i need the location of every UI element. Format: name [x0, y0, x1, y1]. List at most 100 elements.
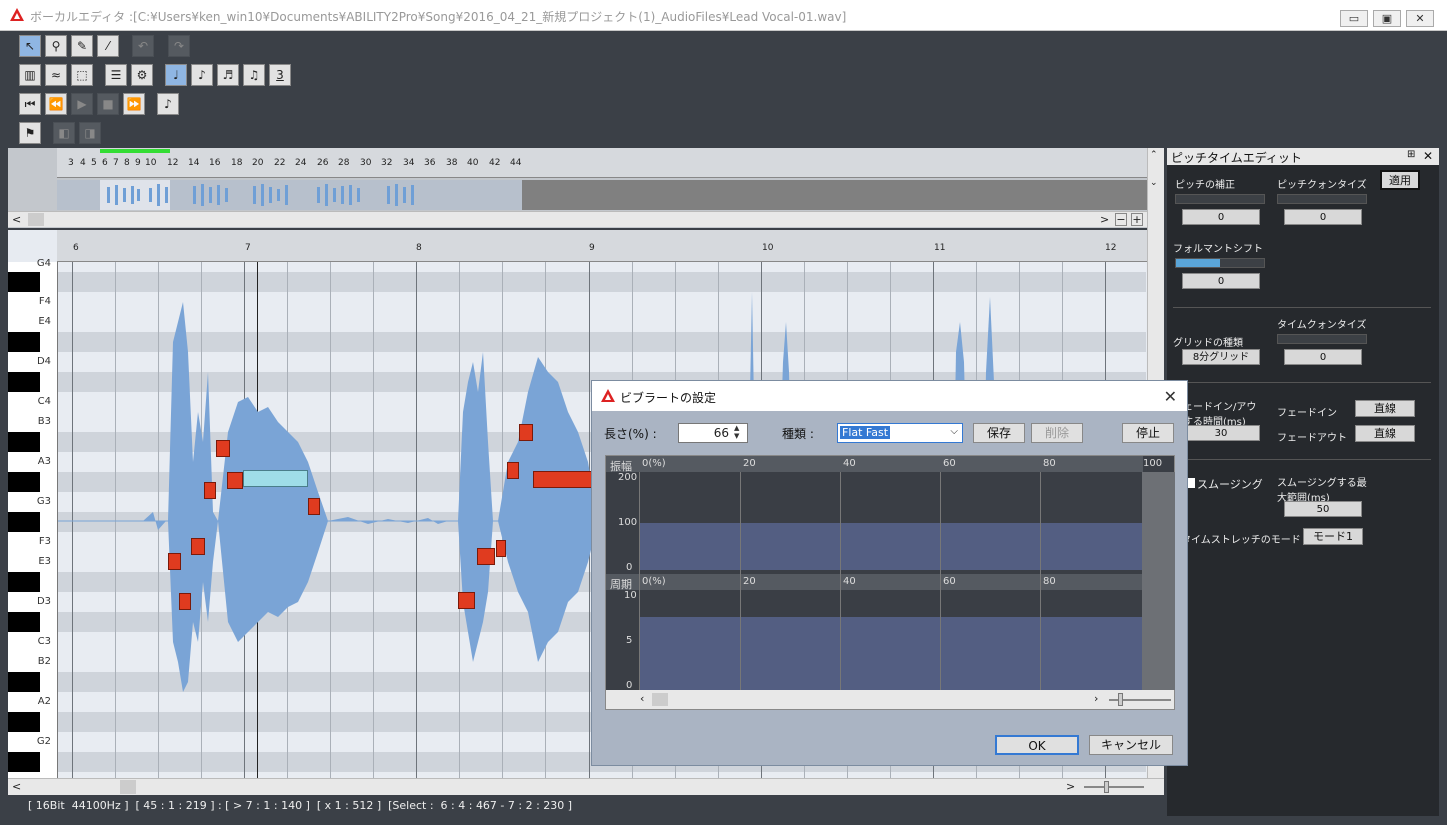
pitch-correct-value[interactable]: 0: [1182, 209, 1260, 225]
overview-scrollbar[interactable]: < > − +: [8, 211, 1164, 227]
loop-range-bar[interactable]: [100, 149, 170, 153]
pitch-note[interactable]: [496, 540, 506, 557]
pitch-note[interactable]: [519, 424, 533, 441]
pitch-note[interactable]: [477, 548, 495, 565]
zoom-in-button[interactable]: +: [1131, 213, 1143, 226]
black-key[interactable]: [8, 432, 40, 452]
ok-button[interactable]: OK: [995, 735, 1079, 755]
mixer-icon[interactable]: ⚙: [131, 64, 153, 86]
grid-type-value[interactable]: 8分グリッド: [1182, 349, 1260, 365]
pitch-note[interactable]: [227, 472, 243, 489]
pitch-note[interactable]: [179, 593, 191, 610]
align-icon[interactable]: ☰: [105, 64, 127, 86]
stop-icon[interactable]: ■: [97, 93, 119, 115]
pitch-note[interactable]: [216, 440, 230, 457]
black-key[interactable]: [8, 372, 40, 392]
pitch-note[interactable]: [458, 592, 475, 609]
pitch-note[interactable]: [533, 471, 593, 488]
editor-scrollbar[interactable]: < >: [8, 778, 1164, 795]
rewind-icon[interactable]: ⏪: [45, 93, 67, 115]
zoom-out-button[interactable]: −: [1115, 213, 1127, 226]
smooth-max-value[interactable]: 50: [1284, 501, 1362, 517]
time-quantize-value[interactable]: 0: [1284, 349, 1362, 365]
black-key[interactable]: [8, 572, 40, 592]
apply-button[interactable]: 適用: [1380, 170, 1420, 190]
fade-in-dropdown[interactable]: 直線: [1355, 400, 1415, 417]
black-key[interactable]: [8, 752, 40, 772]
maximize-button[interactable]: ▣: [1373, 10, 1401, 27]
marker-icon[interactable]: ⚑: [19, 122, 41, 144]
pitch-correct-slider[interactable]: [1175, 194, 1265, 204]
triplet-button[interactable]: 3: [269, 64, 291, 86]
smoothing-checkbox[interactable]: [1187, 478, 1195, 488]
type-select[interactable]: Flat Fast ⌵: [837, 423, 963, 443]
pitch-quantize-value[interactable]: 0: [1284, 209, 1362, 225]
zoom-slider-thumb[interactable]: [1104, 781, 1109, 793]
dialog-close-icon[interactable]: ✕: [1164, 387, 1177, 406]
vibrato-graph[interactable]: 振幅 0(%) 20 40 60 80 100 200 100 0 周期 0(%…: [605, 455, 1175, 710]
zoom-slider[interactable]: [1084, 786, 1144, 788]
graph-scrollbar[interactable]: ‹ ›: [606, 690, 1174, 709]
sixteenth-note-icon[interactable]: ♬: [217, 64, 239, 86]
pitch-note[interactable]: [191, 538, 205, 555]
wave-view-icon[interactable]: ≈: [45, 64, 67, 86]
time-quantize-slider[interactable]: [1277, 334, 1367, 344]
pin-icon[interactable]: ⊞: [1407, 149, 1415, 160]
close-button[interactable]: ✕: [1406, 10, 1434, 27]
black-key[interactable]: [8, 672, 40, 692]
marker-prev-icon[interactable]: ◧: [53, 122, 75, 144]
scroll-right-icon[interactable]: ›: [1094, 692, 1098, 705]
graph-zoom-thumb[interactable]: [1118, 693, 1123, 706]
marker-next-icon[interactable]: ◨: [79, 122, 101, 144]
eraser-tool-icon[interactable]: ⁄: [97, 35, 119, 57]
eighth-note-icon[interactable]: ♪: [191, 64, 213, 86]
piano-keyboard[interactable]: G4 F4 E4 D4 C4 B3 A3 G3 F3 E3 D3 C3 B2 A…: [8, 258, 58, 778]
fade-out-dropdown[interactable]: 直線: [1355, 425, 1415, 442]
select-view-icon[interactable]: ⬚: [71, 64, 93, 86]
scroll-down-icon[interactable]: ⌄: [1150, 178, 1158, 188]
black-key[interactable]: [8, 472, 40, 492]
thirtysecond-note-icon[interactable]: ♫: [243, 64, 265, 86]
delete-button[interactable]: 削除: [1031, 423, 1083, 443]
bars-view-icon[interactable]: ▥: [19, 64, 41, 86]
black-key[interactable]: [8, 612, 40, 632]
pitch-note-selected[interactable]: [243, 470, 308, 487]
scroll-right-icon[interactable]: >: [1066, 780, 1075, 793]
bar-ruler[interactable]: 6 7 8 9 10 11 12: [57, 230, 1147, 262]
formant-value[interactable]: 0: [1182, 273, 1260, 289]
panel-close-icon[interactable]: ✕: [1423, 149, 1433, 163]
redo-button[interactable]: ↷: [168, 35, 190, 57]
black-key[interactable]: [8, 272, 40, 292]
zoom-tool-icon[interactable]: ⚲: [45, 35, 67, 57]
fast-forward-icon[interactable]: ⏩: [123, 93, 145, 115]
pitch-note[interactable]: [168, 553, 181, 570]
overview-ruler[interactable]: 3 4 5 6 7 8 9 10 12 14 16 18 20 22 24 26…: [57, 148, 1147, 178]
pitch-note[interactable]: [507, 462, 519, 479]
play-icon[interactable]: ▶: [71, 93, 93, 115]
black-key[interactable]: [8, 712, 40, 732]
fade-time-value[interactable]: 30: [1182, 425, 1260, 441]
scroll-thumb[interactable]: [652, 693, 668, 706]
go-start-icon[interactable]: ⏮: [19, 93, 41, 115]
save-button[interactable]: 保存: [973, 423, 1025, 443]
scroll-up-icon[interactable]: ⌃: [1150, 150, 1158, 160]
stop-button[interactable]: 停止: [1122, 423, 1174, 443]
formant-slider[interactable]: [1175, 258, 1265, 268]
black-key[interactable]: [8, 512, 40, 532]
scroll-thumb[interactable]: [120, 780, 136, 794]
minimize-button[interactable]: ▭: [1340, 10, 1368, 27]
scroll-left-icon[interactable]: <: [12, 213, 21, 226]
pitch-note[interactable]: [204, 482, 216, 499]
pointer-tool-icon[interactable]: ↖: [19, 35, 41, 57]
pitch-quantize-slider[interactable]: [1277, 194, 1367, 204]
black-key[interactable]: [8, 332, 40, 352]
scroll-thumb[interactable]: [28, 213, 44, 226]
undo-button[interactable]: ↶: [132, 35, 154, 57]
scroll-right-icon[interactable]: >: [1100, 213, 1109, 226]
pencil-tool-icon[interactable]: ✎: [71, 35, 93, 57]
pitch-note[interactable]: [308, 498, 320, 515]
cancel-button[interactable]: キャンセル: [1089, 735, 1173, 755]
scroll-left-icon[interactable]: ‹: [640, 692, 644, 705]
quarter-note-icon[interactable]: ♩: [165, 64, 187, 86]
spinner-icon[interactable]: ▲ ▼: [734, 424, 739, 440]
